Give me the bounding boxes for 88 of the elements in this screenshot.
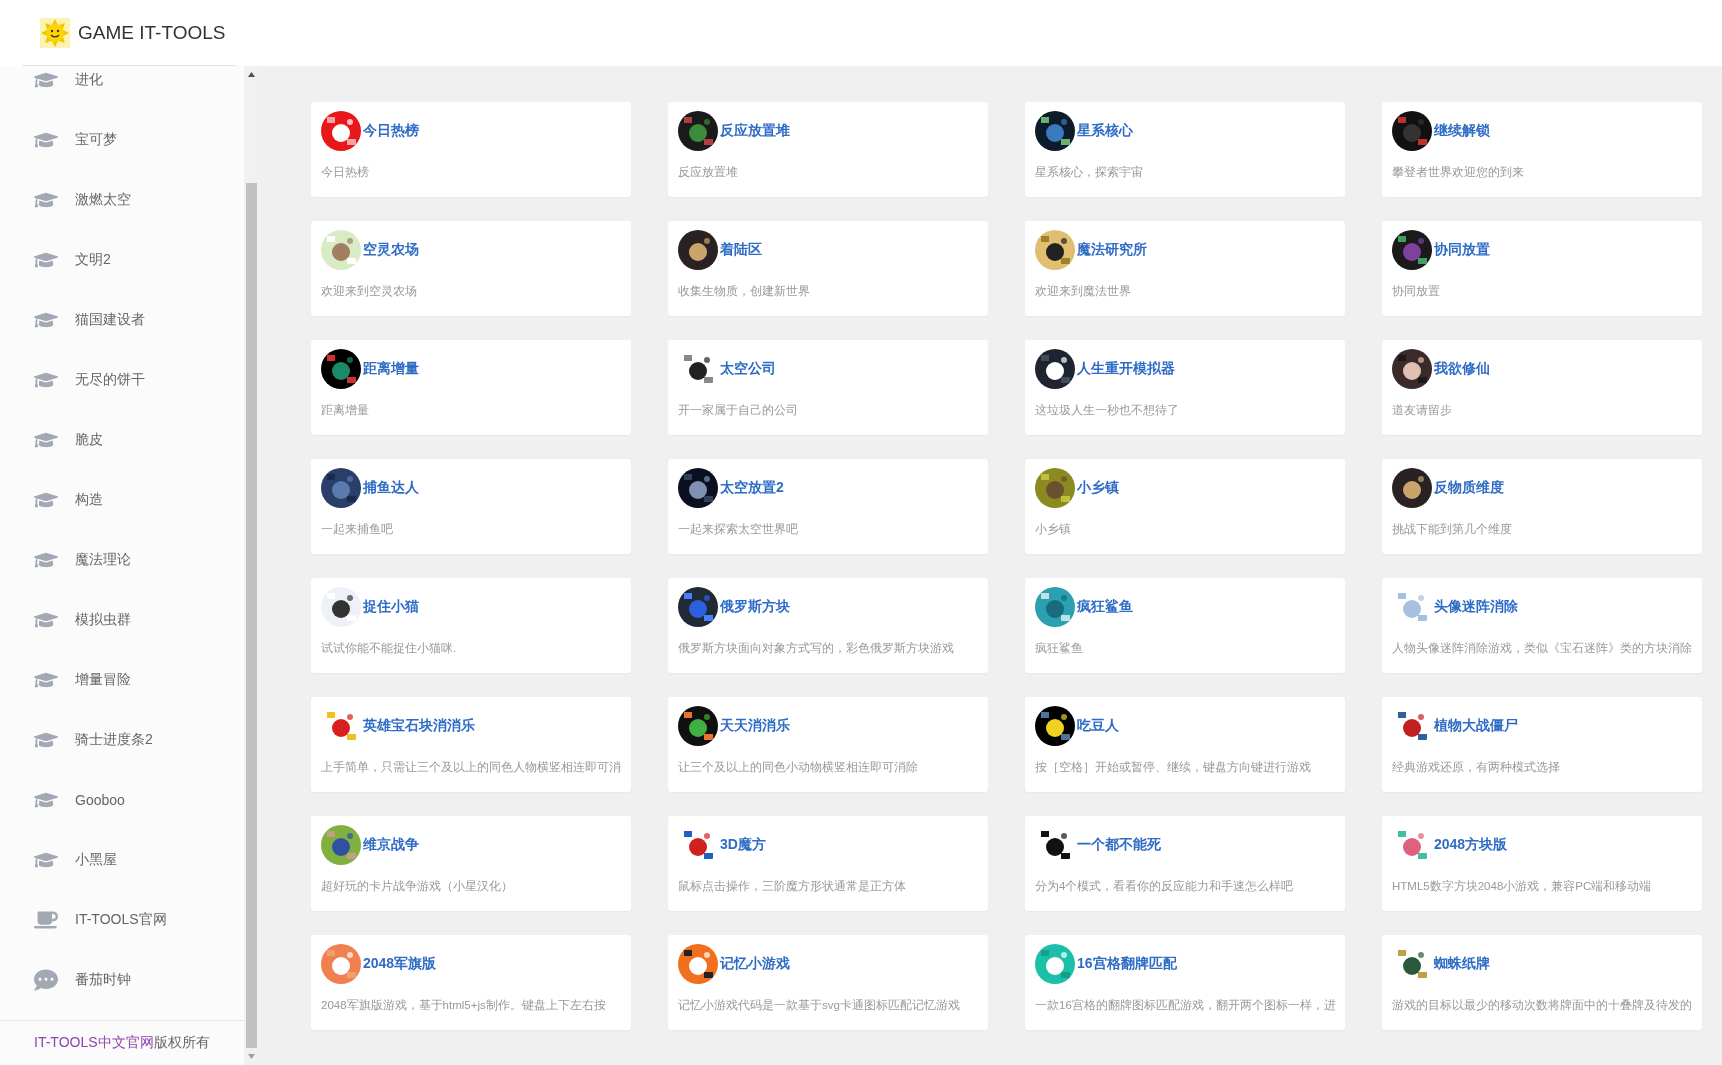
game-description: 上手简单，只需让三个及以上的同色人物横竖相连即可消 — [321, 760, 621, 775]
game-description: 欢迎来到空灵农场 — [321, 284, 418, 299]
game-title[interactable]: 太空公司 — [720, 360, 776, 378]
game-description: 反应放置堆 — [678, 165, 739, 180]
game-description: 开一家属于自己的公司 — [678, 403, 799, 418]
game-description: 俄罗斯方块面向对象方式写的，彩色俄罗斯方块游戏 — [678, 641, 955, 656]
game-description: 疯狂鲨鱼 — [1035, 641, 1084, 656]
game-description: 游戏的目标以最少的移动次数将牌面中的十叠牌及待发的 — [1392, 998, 1692, 1013]
sidebar-item[interactable]: 增量冒险 — [0, 650, 244, 710]
scrollbar[interactable] — [244, 66, 259, 1065]
game-title[interactable]: 反物质维度 — [1434, 479, 1504, 497]
game-title[interactable]: 头像迷阵消除 — [1434, 598, 1518, 616]
game-title[interactable]: 距离增量 — [363, 360, 419, 378]
game-title[interactable]: 一个都不能死 — [1077, 836, 1161, 854]
game-description: 按［空格］开始或暂停、继续，键盘方向键进行游戏 — [1035, 760, 1312, 775]
sidebar-item[interactable]: IT-TOOLS官网 — [0, 890, 244, 950]
game-description: 超好玩的卡片战争游戏（小星汉化） — [321, 879, 514, 894]
sun-logo-icon — [40, 18, 70, 48]
game-description: 这垃圾人生一秒也不想待了 — [1035, 403, 1180, 418]
game-title[interactable]: 捕鱼达人 — [363, 479, 419, 497]
sidebar-item[interactable]: 骑士进度条2 — [0, 710, 244, 770]
copyright-text: 版权所有 — [153, 1034, 210, 1052]
game-title[interactable]: 今日热榜 — [363, 122, 419, 140]
game-description: 经典游戏还原，有两种模式选择 — [1392, 760, 1561, 775]
game-title[interactable]: 反应放置堆 — [720, 122, 790, 140]
game-title[interactable]: 俄罗斯方块 — [720, 598, 790, 616]
game-description: 距离增量 — [321, 403, 370, 418]
game-title[interactable]: 着陆区 — [720, 241, 762, 259]
game-title[interactable]: 2048军旗版 — [363, 955, 437, 973]
game-description: 一起来捕鱼吧 — [321, 522, 394, 537]
game-title[interactable]: 我欲修仙 — [1434, 360, 1490, 378]
sidebar-item[interactable]: 无尽的饼干 — [0, 350, 244, 410]
game-description: 分为4个模式，看看你的反应能力和手速怎么样吧 — [1035, 879, 1295, 894]
game-title[interactable]: 天天消消乐 — [720, 717, 790, 735]
sidebar-item[interactable]: 模拟虫群 — [0, 590, 244, 650]
sidebar-item[interactable]: 激燃太空 — [0, 170, 244, 230]
game-title[interactable]: 疯狂鲨鱼 — [1077, 598, 1133, 616]
footer-link[interactable]: IT-TOOLS中文官网 — [34, 1034, 154, 1052]
scroll-up-icon[interactable] — [248, 72, 255, 77]
game-description: 一款16宫格的翻牌图标匹配游戏，翻开两个图标一样，进 — [1035, 998, 1335, 1013]
game-description: 鼠标点击操作，三阶魔方形状通常是正方体 — [678, 879, 907, 894]
game-description: 收集生物质，创建新世界 — [678, 284, 811, 299]
game-title[interactable]: 2048方块版 — [1434, 836, 1508, 854]
game-title[interactable]: 继续解锁 — [1434, 122, 1490, 140]
game-title[interactable]: 协同放置 — [1434, 241, 1490, 259]
game-title[interactable]: 记忆小游戏 — [720, 955, 790, 973]
sidebar-item[interactable]: 魔法理论 — [0, 530, 244, 590]
game-title[interactable]: 蜘蛛纸牌 — [1434, 955, 1490, 973]
game-description: 攀登者世界欢迎您的到来 — [1392, 165, 1525, 180]
game-description: 2048军旗版游戏，基于html5+js制作。键盘上下左右按 — [321, 998, 607, 1013]
app-title: GAME IT-TOOLS — [78, 22, 226, 44]
sidebar-item[interactable]: 文明2 — [0, 230, 244, 290]
game-title[interactable]: 人生重开模拟器 — [1077, 360, 1175, 378]
sidebar-item[interactable]: Gooboo — [0, 770, 244, 830]
game-title[interactable]: 太空放置2 — [720, 479, 784, 497]
game-title[interactable]: 魔法研究所 — [1077, 241, 1147, 259]
sidebar-item[interactable]: 构造 — [0, 470, 244, 530]
sidebar-item[interactable]: 进化 — [0, 66, 244, 110]
game-title[interactable]: 小乡镇 — [1077, 479, 1119, 497]
game-description: 道友请留步 — [1392, 403, 1453, 418]
game-title[interactable]: 英雄宝石块消消乐 — [363, 717, 475, 735]
game-description: 协同放置 — [1392, 284, 1441, 299]
scroll-down-icon[interactable] — [248, 1054, 255, 1059]
game-description: 星系核心，探索宇宙 — [1035, 165, 1144, 180]
chat-icon — [31, 968, 60, 992]
game-description: 小乡镇 — [1035, 522, 1072, 537]
game-description: 一起来探索太空世界吧 — [678, 522, 799, 537]
game-description: 今日热榜 — [321, 165, 370, 180]
game-title[interactable]: 吃豆人 — [1077, 717, 1119, 735]
game-description: HTML5数字方块2048小游戏，兼容PC端和移动端 — [1392, 879, 1653, 894]
game-title[interactable]: 维京战争 — [363, 836, 419, 854]
sidebar-item[interactable]: 脆皮 — [0, 410, 244, 470]
game-title[interactable]: 16宫格翻牌匹配 — [1077, 955, 1177, 973]
game-title[interactable]: 捉住小猫 — [363, 598, 419, 616]
game-title[interactable]: 星系核心 — [1077, 122, 1133, 140]
game-title[interactable]: 3D魔方 — [720, 836, 766, 854]
game-description: 让三个及以上的同色小动物横竖相连即可消除 — [678, 760, 919, 775]
sidebar-item[interactable]: 猫国建设者 — [0, 290, 244, 350]
sidebar-item[interactable]: 小黑屋 — [0, 830, 244, 890]
game-description: 欢迎来到魔法世界 — [1035, 284, 1132, 299]
sidebar-item[interactable]: 宝可梦 — [0, 110, 244, 170]
game-description: 人物头像迷阵消除游戏，类似《宝石迷阵》类的方块消除 — [1392, 641, 1692, 656]
game-description: 试试你能不能捉住小猫咪. — [321, 641, 458, 656]
game-title[interactable]: 空灵农场 — [363, 241, 419, 259]
game-description: 挑战下能到第几个维度 — [1392, 522, 1513, 537]
game-title[interactable]: 植物大战僵尸 — [1434, 717, 1518, 735]
sidebar-item[interactable]: 番茄时钟 — [0, 950, 244, 1010]
game-description: 记忆小游戏代码是一款基于svg卡通图标匹配记忆游戏 — [678, 998, 961, 1013]
